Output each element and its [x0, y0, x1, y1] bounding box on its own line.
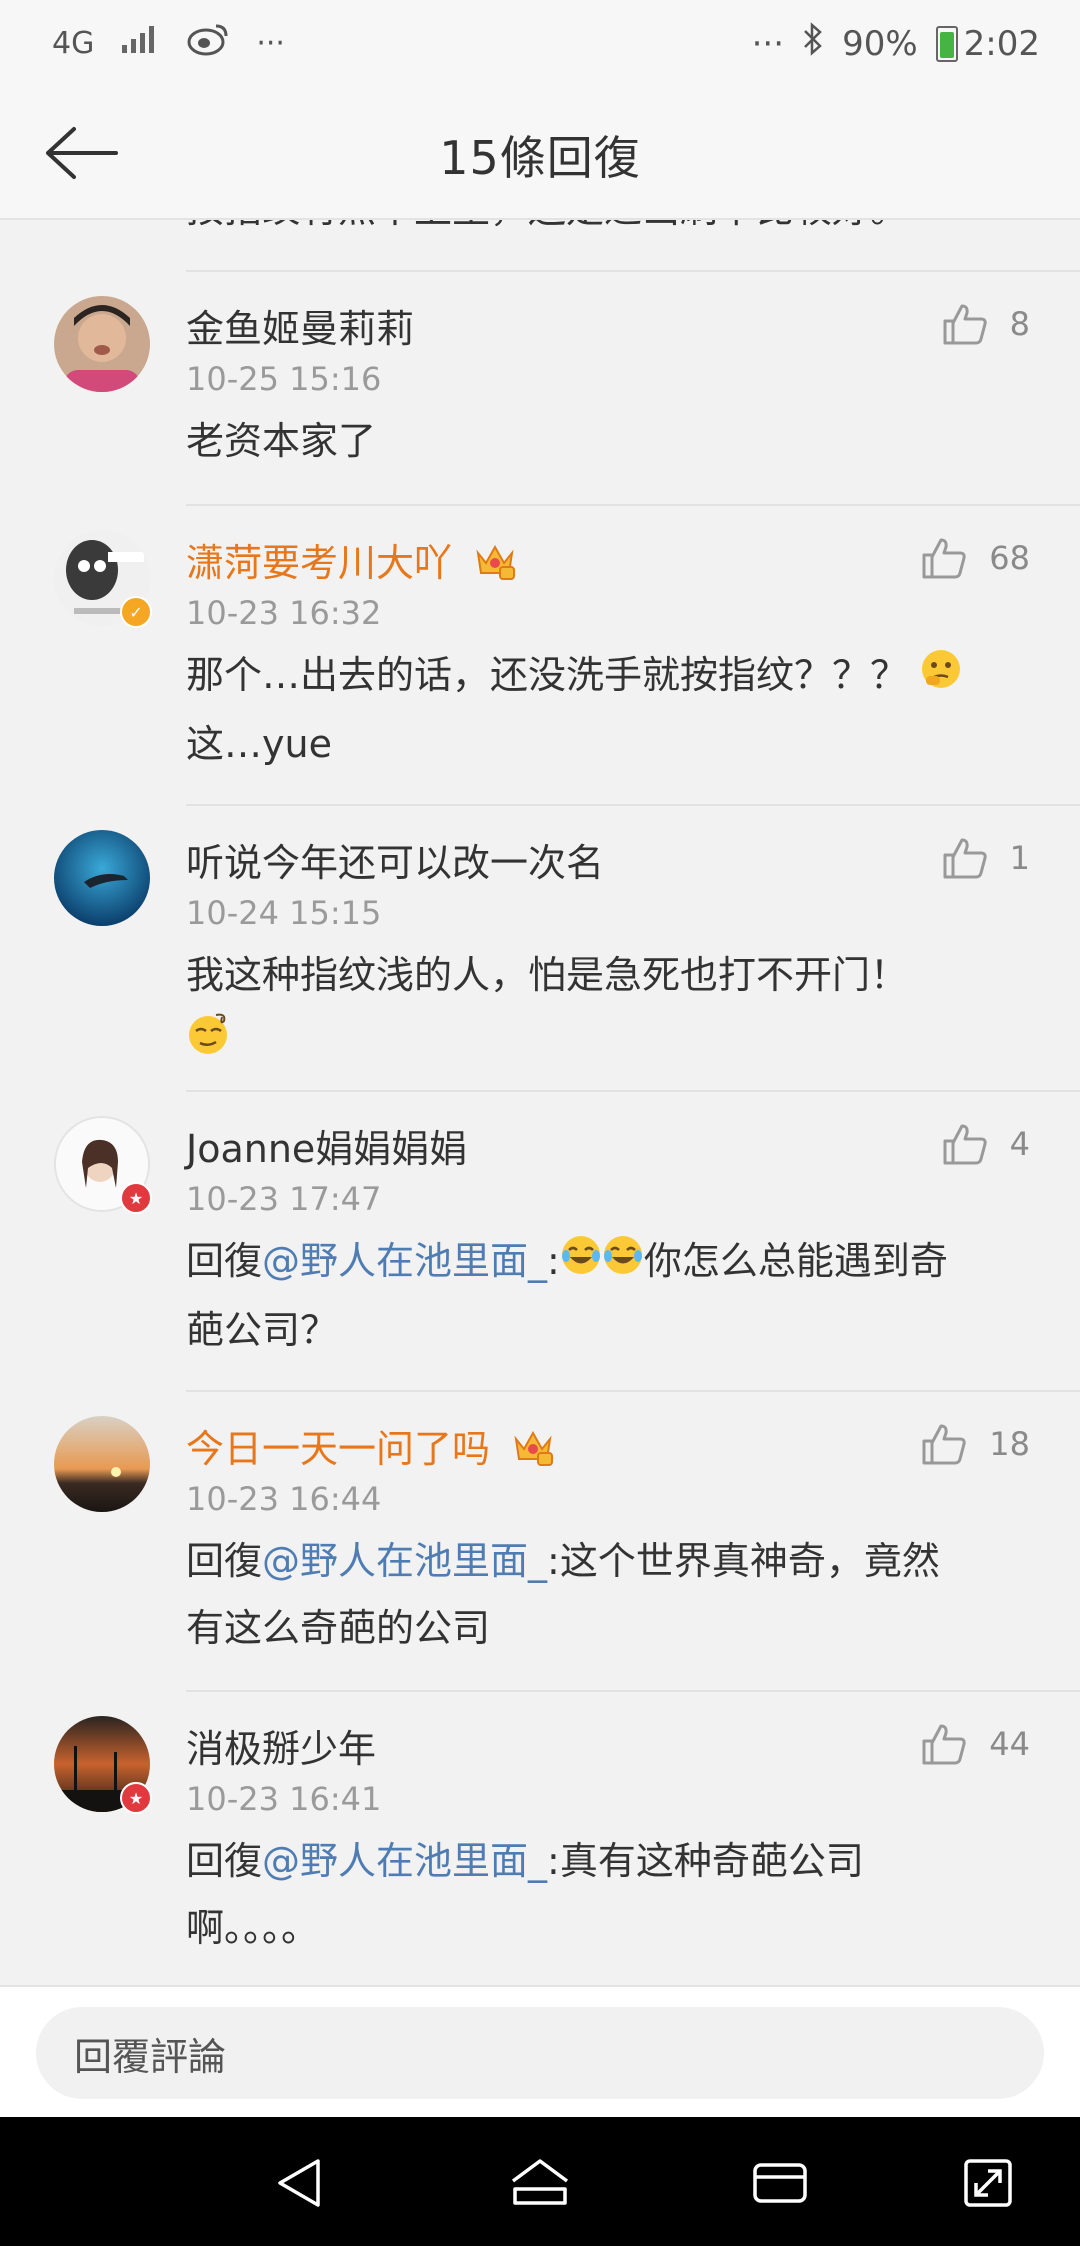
divider: [186, 504, 1080, 506]
username[interactable]: 潇菏要考川大吖: [186, 532, 516, 590]
app-bar: 15條回復: [0, 90, 1080, 220]
like-button[interactable]: 18: [921, 1422, 1030, 1466]
dizzy-emoji-icon: [186, 1011, 232, 1078]
comment-item: 听说今年还可以改一次名 10-24 15:15 1 我这种指纹浅的人，怕是急死也…: [0, 830, 1080, 1098]
reply-prefix: 回復: [186, 1539, 263, 1583]
comment-text: 我这种指纹浅的人，怕是急死也打不开门！: [186, 942, 1020, 1078]
comment-text: 老资本家了: [186, 419, 377, 463]
timestamp: 10-24 15:15: [186, 894, 382, 932]
nav-home-icon: [511, 2159, 569, 2205]
network-label: 4G: [52, 25, 95, 61]
like-button[interactable]: 4: [942, 1122, 1030, 1166]
mention-link[interactable]: @野人在池里面_: [262, 1539, 547, 1583]
thumbs-up-icon: [922, 1724, 966, 1765]
comment-item: ✓ 潇菏要考川大吖 10-23 16:32 68 那个…出去的话，还没洗手就按指…: [0, 530, 1080, 820]
comment-list[interactable]: 按指纹有点不卫生，还是进出刷卡比较好。 金鱼姬曼莉莉 10-25 15:16 8…: [0, 220, 1080, 1985]
mention-link[interactable]: @野人在池里面_: [262, 1839, 547, 1883]
divider: [186, 1690, 1080, 1692]
nav-recents-button[interactable]: [744, 2147, 816, 2219]
mention-link[interactable]: @野人在池里面_: [262, 1239, 547, 1283]
username[interactable]: 今日一天一问了吗: [186, 1418, 554, 1476]
like-count: 68: [989, 539, 1030, 577]
reply-placeholder: 回覆評論: [74, 2034, 227, 2079]
timestamp: 10-23 16:41: [186, 1780, 382, 1818]
comment-item: 金鱼姬曼莉莉 10-25 15:16 8 老资本家了: [0, 296, 1080, 528]
reply-bar: 回覆評論: [0, 1985, 1080, 2119]
timestamp: 10-23 16:32: [186, 594, 382, 632]
like-count: 1: [1009, 839, 1030, 877]
nav-back-button[interactable]: [264, 2147, 336, 2219]
comment-item: ★ Joanne娟娟娟娟 10-23 17:47 4 回復@野人在池里面_: 你怎…: [0, 1116, 1080, 1406]
page-title: 15條回復: [439, 131, 641, 185]
bluetooth-icon: [802, 22, 824, 65]
vip-crown-icon: [512, 1427, 554, 1476]
laughing-tears-emoji-icon: [602, 1230, 644, 1297]
avatar[interactable]: [54, 296, 150, 392]
like-button[interactable]: 68: [921, 536, 1030, 580]
expand-icon: [964, 2159, 1012, 2207]
reply-input[interactable]: 回覆評論: [36, 2007, 1044, 2099]
divider: [186, 270, 1080, 272]
more-notifications-icon: ···: [256, 25, 285, 61]
reply-prefix: 回復: [186, 1839, 263, 1883]
like-count: 18: [989, 1425, 1030, 1463]
username[interactable]: Joanne娟娟娟娟: [186, 1118, 467, 1173]
comment-text: 回復@野人在池里面_:这个世界真神奇，竟然 有这么奇葩的公司: [186, 1539, 940, 1650]
thumbs-up-icon: [943, 1124, 987, 1165]
like-count: 44: [989, 1725, 1030, 1763]
like-count: 4: [1009, 1125, 1030, 1163]
vip-badge-icon: ★: [120, 1782, 152, 1814]
divider: [186, 1390, 1080, 1392]
partial-comment-text: 按指纹有点不卫生，还是进出刷卡比较好。: [186, 220, 908, 233]
battery-percent: 90%: [842, 23, 918, 64]
like-button[interactable]: 1: [942, 836, 1030, 880]
laughing-tears-emoji-icon: [560, 1230, 602, 1297]
divider: [186, 804, 1080, 806]
thumbs-up-icon: [922, 538, 966, 579]
battery-icon: [935, 25, 958, 62]
like-button[interactable]: 8: [942, 302, 1030, 346]
clock: 2:02: [963, 23, 1040, 64]
weibo-icon: [186, 22, 230, 64]
vip-badge-icon: ★: [120, 1182, 152, 1214]
thinking-emoji-icon: [920, 644, 962, 711]
vip-crown-icon: [474, 541, 516, 590]
timestamp: 10-23 17:47: [186, 1180, 382, 1218]
timestamp: 10-25 15:16: [186, 360, 382, 398]
comment-text: 那个…出去的话，还没洗手就按指纹？？？ 这…yue: [186, 642, 1020, 778]
thumbs-up-icon: [922, 1424, 966, 1465]
overflow-dots: ···: [751, 23, 785, 64]
status-bar: 4G ··· ··· 90% 2:02: [0, 0, 1080, 90]
thumbs-up-icon: [943, 304, 987, 345]
like-count: 8: [1009, 305, 1030, 343]
comment-item: ★ 消极掰少年 10-23 16:41 44 回復@野人在池里面_:真有这种奇葩…: [0, 1716, 1080, 1985]
thumbs-up-icon: [943, 838, 987, 879]
like-button[interactable]: 44: [921, 1722, 1030, 1766]
username[interactable]: 金鱼姬曼莉莉: [186, 298, 414, 353]
username[interactable]: 消极掰少年: [186, 1718, 376, 1773]
nav-back-icon: [278, 2159, 320, 2207]
signal-icon: [120, 23, 160, 63]
divider: [186, 1090, 1080, 1092]
system-nav-bar: [0, 2117, 1080, 2246]
avatar[interactable]: [54, 830, 150, 926]
nav-recents-icon: [753, 2163, 807, 2203]
reply-prefix: 回復: [186, 1239, 263, 1283]
comment-item: 今日一天一问了吗 10-23 16:44 18 回復@野人在池里面_:这个世界真…: [0, 1416, 1080, 1706]
username[interactable]: 听说今年还可以改一次名: [186, 832, 604, 887]
timestamp: 10-23 16:44: [186, 1480, 382, 1518]
comment-text: 回復@野人在池里面_: 你怎么总能遇到奇 葩公司？: [186, 1228, 1020, 1364]
comment-text: 回復@野人在池里面_:真有这种奇葩公司 啊。。。。: [186, 1839, 864, 1950]
verified-badge-icon: ✓: [120, 596, 152, 628]
nav-home-button[interactable]: [504, 2147, 576, 2219]
avatar[interactable]: [54, 1416, 150, 1512]
nav-expand-button[interactable]: [952, 2147, 1024, 2219]
